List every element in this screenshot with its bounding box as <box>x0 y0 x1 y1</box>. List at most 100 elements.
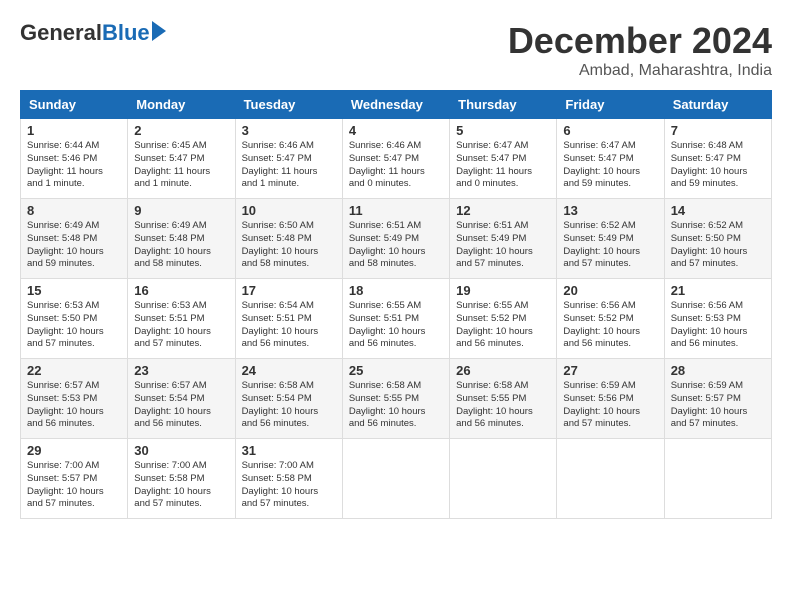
weekday-header-monday: Monday <box>128 91 235 119</box>
day-info: Sunrise: 6:55 AM Sunset: 5:52 PM Dayligh… <box>456 300 550 351</box>
day-number: 14 <box>671 203 765 218</box>
day-info: Sunrise: 6:56 AM Sunset: 5:53 PM Dayligh… <box>671 300 765 351</box>
weekday-header-wednesday: Wednesday <box>342 91 449 119</box>
calendar-week-row: 22 Sunrise: 6:57 AM Sunset: 5:53 PM Dayli… <box>21 359 772 439</box>
day-number: 11 <box>349 203 443 218</box>
day-number: 26 <box>456 363 550 378</box>
calendar-cell: 6 Sunrise: 6:47 AM Sunset: 5:47 PM Daylig… <box>557 119 664 199</box>
day-info: Sunrise: 6:48 AM Sunset: 5:47 PM Dayligh… <box>671 140 765 191</box>
day-info: Sunrise: 6:56 AM Sunset: 5:52 PM Dayligh… <box>563 300 657 351</box>
calendar-cell: 23 Sunrise: 6:57 AM Sunset: 5:54 PM Dayli… <box>128 359 235 439</box>
day-info: Sunrise: 6:47 AM Sunset: 5:47 PM Dayligh… <box>456 140 550 191</box>
calendar-cell: 7 Sunrise: 6:48 AM Sunset: 5:47 PM Daylig… <box>664 119 771 199</box>
day-info: Sunrise: 7:00 AM Sunset: 5:58 PM Dayligh… <box>242 460 336 511</box>
calendar-cell <box>557 439 664 519</box>
calendar-cell: 8 Sunrise: 6:49 AM Sunset: 5:48 PM Daylig… <box>21 199 128 279</box>
logo-blue-text: Blue <box>102 20 150 46</box>
day-number: 28 <box>671 363 765 378</box>
calendar-cell: 14Sunrise: 6:52 AM Sunset: 5:50 PM Dayli… <box>664 199 771 279</box>
day-info: Sunrise: 6:47 AM Sunset: 5:47 PM Dayligh… <box>563 140 657 191</box>
weekday-header-sunday: Sunday <box>21 91 128 119</box>
day-number: 5 <box>456 123 550 138</box>
calendar-cell: 9Sunrise: 6:49 AM Sunset: 5:48 PM Daylig… <box>128 199 235 279</box>
day-number: 10 <box>242 203 336 218</box>
day-number: 4 <box>349 123 443 138</box>
day-info: Sunrise: 6:53 AM Sunset: 5:51 PM Dayligh… <box>134 300 228 351</box>
logo-arrow-icon <box>152 21 166 41</box>
calendar-cell: 21 Sunrise: 6:56 AM Sunset: 5:53 PM Dayli… <box>664 279 771 359</box>
day-number: 15 <box>27 283 121 298</box>
day-info: Sunrise: 6:58 AM Sunset: 5:55 PM Dayligh… <box>456 380 550 431</box>
day-info: Sunrise: 6:49 AM Sunset: 5:48 PM Dayligh… <box>27 220 121 271</box>
calendar-cell: 2 Sunrise: 6:45 AM Sunset: 5:47 PM Daylig… <box>128 119 235 199</box>
calendar-cell: 24 Sunrise: 6:58 AM Sunset: 5:54 PM Dayli… <box>235 359 342 439</box>
calendar-cell: 5 Sunrise: 6:47 AM Sunset: 5:47 PM Daylig… <box>450 119 557 199</box>
day-info: Sunrise: 6:49 AM Sunset: 5:48 PM Dayligh… <box>134 220 228 271</box>
calendar-cell: 15 Sunrise: 6:53 AM Sunset: 5:50 PM Dayli… <box>21 279 128 359</box>
calendar-cell: 28 Sunrise: 6:59 AM Sunset: 5:57 PM Dayli… <box>664 359 771 439</box>
weekday-header-saturday: Saturday <box>664 91 771 119</box>
page-header: General Blue December 2024 Ambad, Mahara… <box>20 20 772 80</box>
day-number: 2 <box>134 123 228 138</box>
calendar-cell: 29 Sunrise: 7:00 AM Sunset: 5:57 PM Dayli… <box>21 439 128 519</box>
day-info: Sunrise: 6:57 AM Sunset: 5:54 PM Dayligh… <box>134 380 228 431</box>
day-number: 7 <box>671 123 765 138</box>
day-number: 29 <box>27 443 121 458</box>
day-info: Sunrise: 6:59 AM Sunset: 5:57 PM Dayligh… <box>671 380 765 431</box>
day-number: 12 <box>456 203 550 218</box>
calendar-week-row: 29 Sunrise: 7:00 AM Sunset: 5:57 PM Dayli… <box>21 439 772 519</box>
weekday-header-row: SundayMondayTuesdayWednesdayThursdayFrid… <box>21 91 772 119</box>
day-info: Sunrise: 6:58 AM Sunset: 5:54 PM Dayligh… <box>242 380 336 431</box>
day-number: 21 <box>671 283 765 298</box>
calendar-cell: 10Sunrise: 6:50 AM Sunset: 5:48 PM Dayli… <box>235 199 342 279</box>
day-info: Sunrise: 6:46 AM Sunset: 5:47 PM Dayligh… <box>242 140 336 191</box>
calendar-cell: 25Sunrise: 6:58 AM Sunset: 5:55 PM Dayli… <box>342 359 449 439</box>
day-info: Sunrise: 6:57 AM Sunset: 5:53 PM Dayligh… <box>27 380 121 431</box>
location-text: Ambad, Maharashtra, India <box>508 62 772 80</box>
day-number: 8 <box>27 203 121 218</box>
day-number: 24 <box>242 363 336 378</box>
day-number: 13 <box>563 203 657 218</box>
day-number: 1 <box>27 123 121 138</box>
logo-general-text: General <box>20 20 102 46</box>
day-info: Sunrise: 7:00 AM Sunset: 5:58 PM Dayligh… <box>134 460 228 511</box>
day-info: Sunrise: 6:52 AM Sunset: 5:49 PM Dayligh… <box>563 220 657 271</box>
day-number: 31 <box>242 443 336 458</box>
day-number: 27 <box>563 363 657 378</box>
day-info: Sunrise: 6:51 AM Sunset: 5:49 PM Dayligh… <box>456 220 550 271</box>
title-area: December 2024 Ambad, Maharashtra, India <box>508 20 772 80</box>
calendar-cell: 22 Sunrise: 6:57 AM Sunset: 5:53 PM Dayli… <box>21 359 128 439</box>
day-number: 23 <box>134 363 228 378</box>
calendar-cell: 31 Sunrise: 7:00 AM Sunset: 5:58 PM Dayli… <box>235 439 342 519</box>
calendar-table: SundayMondayTuesdayWednesdayThursdayFrid… <box>20 90 772 519</box>
day-number: 30 <box>134 443 228 458</box>
day-info: Sunrise: 6:45 AM Sunset: 5:47 PM Dayligh… <box>134 140 228 191</box>
calendar-cell: 16 Sunrise: 6:53 AM Sunset: 5:51 PM Dayli… <box>128 279 235 359</box>
day-number: 20 <box>563 283 657 298</box>
calendar-cell: 4 Sunrise: 6:46 AM Sunset: 5:47 PM Daylig… <box>342 119 449 199</box>
day-info: Sunrise: 6:55 AM Sunset: 5:51 PM Dayligh… <box>349 300 443 351</box>
day-number: 18 <box>349 283 443 298</box>
day-number: 22 <box>27 363 121 378</box>
logo: General Blue <box>20 20 166 46</box>
day-info: Sunrise: 6:46 AM Sunset: 5:47 PM Dayligh… <box>349 140 443 191</box>
day-number: 17 <box>242 283 336 298</box>
calendar-cell: 13 Sunrise: 6:52 AM Sunset: 5:49 PM Dayli… <box>557 199 664 279</box>
calendar-cell: 26 Sunrise: 6:58 AM Sunset: 5:55 PM Dayli… <box>450 359 557 439</box>
day-info: Sunrise: 7:00 AM Sunset: 5:57 PM Dayligh… <box>27 460 121 511</box>
weekday-header-thursday: Thursday <box>450 91 557 119</box>
day-info: Sunrise: 6:53 AM Sunset: 5:50 PM Dayligh… <box>27 300 121 351</box>
day-info: Sunrise: 6:59 AM Sunset: 5:56 PM Dayligh… <box>563 380 657 431</box>
calendar-cell: 30 Sunrise: 7:00 AM Sunset: 5:58 PM Dayli… <box>128 439 235 519</box>
day-number: 3 <box>242 123 336 138</box>
calendar-week-row: 1Sunrise: 6:44 AM Sunset: 5:46 PM Daylig… <box>21 119 772 199</box>
calendar-cell <box>342 439 449 519</box>
calendar-cell <box>450 439 557 519</box>
day-number: 16 <box>134 283 228 298</box>
calendar-cell: 19 Sunrise: 6:55 AM Sunset: 5:52 PM Dayli… <box>450 279 557 359</box>
calendar-cell <box>664 439 771 519</box>
day-info: Sunrise: 6:58 AM Sunset: 5:55 PM Dayligh… <box>349 380 443 431</box>
calendar-cell: 17Sunrise: 6:54 AM Sunset: 5:51 PM Dayli… <box>235 279 342 359</box>
day-number: 19 <box>456 283 550 298</box>
day-number: 6 <box>563 123 657 138</box>
